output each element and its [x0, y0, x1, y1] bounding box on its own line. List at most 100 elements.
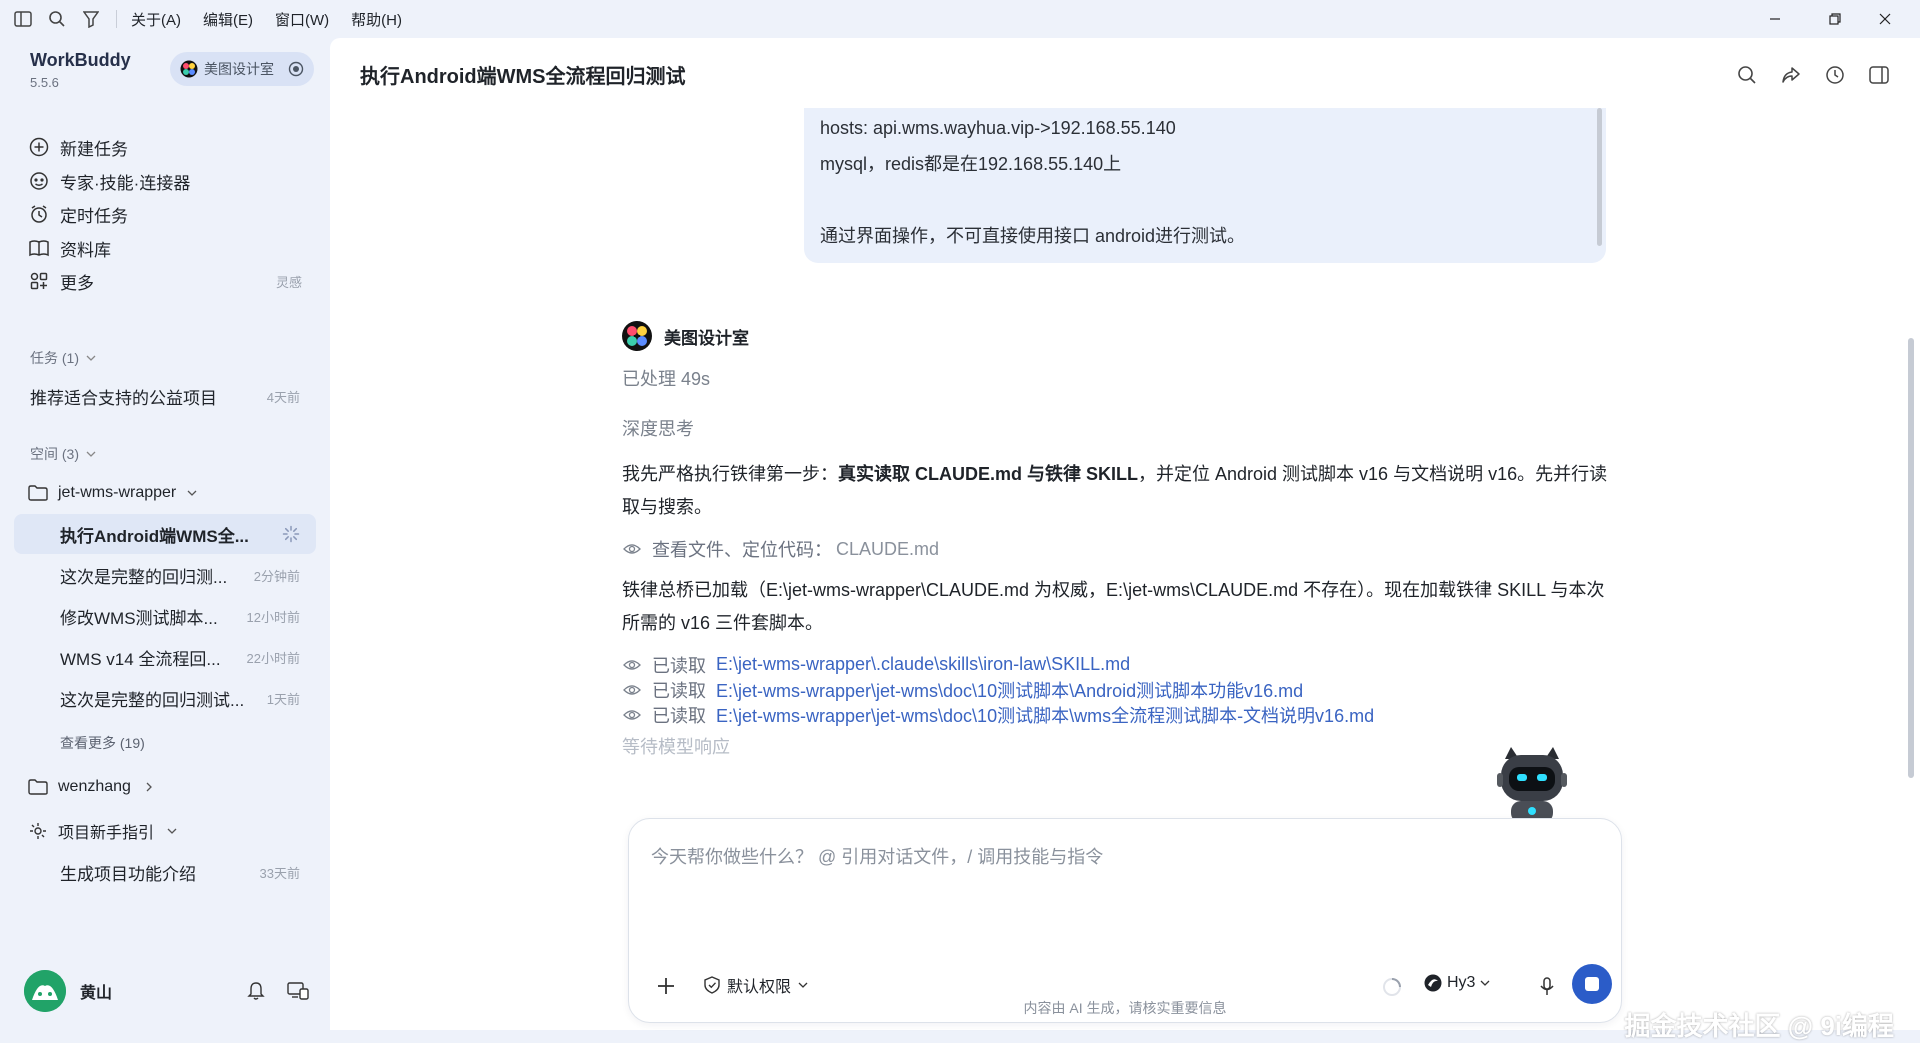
chevron-right-icon — [146, 782, 152, 792]
see-more-link[interactable]: 查看更多 (19) — [60, 733, 145, 753]
conversation-label: 生成项目功能介绍 — [60, 864, 196, 884]
read-file-row[interactable]: 已读取 E:\jet-wms-wrapper\.claude\skills\ir… — [622, 652, 1622, 677]
chevron-down-icon — [86, 355, 96, 361]
conversation-item[interactable]: 这次是完整的回归测... 2分钟前 — [14, 555, 316, 595]
menu-edit[interactable]: 编辑(E) — [203, 9, 253, 30]
message-line: mysql，redis都是在192.168.55.140上 — [820, 154, 1122, 174]
read-file-row[interactable]: 已读取 E:\jet-wms-wrapper\jet-wms\doc\10测试脚… — [622, 702, 1622, 727]
message-line — [820, 182, 1590, 218]
bell-icon[interactable] — [240, 975, 272, 1007]
conversation-label: WMS v14 全流程回... — [60, 649, 221, 669]
section-label: 空间 (3) — [30, 446, 79, 462]
text-span: 我先严格执行铁律第一步： — [622, 464, 838, 484]
conversation-item[interactable]: 执行Android端WMS全... — [14, 514, 316, 554]
permission-dropdown[interactable]: 默认权限 — [703, 973, 809, 997]
alarm-icon — [28, 203, 50, 225]
folder-onboarding[interactable]: 项目新手指引 — [28, 816, 178, 846]
guide-icon — [30, 823, 46, 839]
filter-icon[interactable] — [76, 4, 106, 34]
tool-file: CLAUDE.md — [836, 538, 940, 559]
waiting-status: 等待模型响应 — [622, 737, 730, 757]
spaces-section-header[interactable]: 空间 (3) — [30, 444, 97, 464]
app-name: WorkBuddy — [30, 50, 131, 70]
divider — [116, 10, 117, 28]
history-icon[interactable] — [1818, 58, 1852, 92]
search-icon[interactable] — [42, 4, 72, 34]
tool-call-row[interactable]: 查看文件、定位代码： CLAUDE.md — [622, 534, 1622, 564]
bold-text: 真实读取 CLAUDE.md 与铁律 SKILL — [838, 464, 1138, 484]
ai-header: 美图设计室 — [622, 320, 1622, 352]
conversation-label: 执行Android端WMS全... — [60, 526, 249, 546]
deep-thinking-toggle[interactable]: 深度思考 — [622, 414, 1622, 444]
response-paragraph: 铁律总桥已加载（E:\jet-wms-wrapper\CLAUDE.md 为权威… — [622, 580, 1605, 633]
nav-label: 专家·技能·连接器 — [60, 173, 191, 193]
header-actions — [1720, 58, 1896, 92]
minimize-button[interactable] — [1752, 0, 1798, 38]
search-icon[interactable] — [1730, 58, 1764, 92]
nav-aux-label: 灵感 — [275, 274, 302, 290]
menu-about[interactable]: 关于(A) — [131, 9, 181, 30]
share-icon[interactable] — [1774, 58, 1808, 92]
conversation-time: 12小时前 — [246, 609, 300, 625]
device-icon[interactable] — [282, 975, 314, 1007]
folder-label: wenzhang — [58, 778, 131, 795]
conversation-item[interactable]: 这次是完整的回归测试... 1天前 — [14, 678, 316, 718]
eye-icon — [622, 539, 642, 559]
user-footer: 黄山 — [24, 968, 314, 1014]
conversation-time: 22小时前 — [246, 650, 300, 666]
nav-label: 资料库 — [60, 240, 111, 260]
message-scrollbar[interactable] — [1597, 108, 1602, 246]
workspace-switcher[interactable]: 美图设计室 — [170, 52, 314, 86]
restore-button[interactable] — [1812, 0, 1858, 38]
read-label: 已读取 — [652, 705, 706, 726]
task-time: 4天前 — [266, 389, 300, 405]
file-link[interactable]: E:\jet-wms-wrapper\jet-wms\doc\10测试脚本\wm… — [716, 702, 1374, 728]
panel-toggle-icon[interactable] — [1862, 58, 1896, 92]
folder-jet-wms-wrapper[interactable]: jet-wms-wrapper — [28, 478, 198, 508]
nav-new-task[interactable]: 新建任务 — [28, 132, 302, 162]
conversation-time: 2分钟前 — [253, 568, 300, 584]
add-attachment-button[interactable] — [651, 971, 681, 1001]
nav-library[interactable]: 资料库 — [28, 233, 302, 263]
conversation-item[interactable]: 修改WMS测试脚本... 12小时前 — [14, 596, 316, 636]
composer-input[interactable]: 今天帮你做些什么？ @ 引用对话文件，/ 调用技能与指令 — [651, 843, 1103, 869]
file-link[interactable]: E:\jet-wms-wrapper\jet-wms\doc\10测试脚本\An… — [716, 677, 1303, 703]
tasks-section-header[interactable]: 任务 (1) — [30, 348, 97, 368]
model-selector[interactable]: Hy3 — [1423, 973, 1491, 993]
composer: 今天帮你做些什么？ @ 引用对话文件，/ 调用技能与指令 默认权限 Hy3 — [628, 818, 1622, 1023]
stop-icon — [1585, 977, 1599, 991]
menu-help[interactable]: 帮助(H) — [351, 9, 402, 30]
model-logo-icon — [1424, 974, 1442, 992]
shield-check-icon — [704, 976, 720, 994]
workspace-name: 美图设计室 — [204, 61, 274, 77]
conversation-label: 这次是完整的回归测... — [60, 567, 228, 587]
workspace-logo-icon — [180, 60, 198, 78]
nav-more[interactable]: 更多 灵感 — [28, 266, 302, 296]
folder-wenzhang[interactable]: wenzhang — [28, 772, 155, 802]
conversation-time: 33天前 — [259, 865, 300, 881]
task-item[interactable]: 推荐适合支持的公益项目 4天前 — [14, 376, 316, 416]
conversation-item[interactable]: 生成项目功能介绍 33天前 — [14, 852, 316, 892]
folder-label: 项目新手指引 — [58, 825, 155, 842]
read-file-row[interactable]: 已读取 E:\jet-wms-wrapper\jet-wms\doc\10测试脚… — [622, 677, 1622, 702]
model-name: Hy3 — [1447, 974, 1476, 991]
nav-experts[interactable]: 专家·技能·连接器 — [28, 166, 302, 196]
main-panel: 执行Android端WMS全流程回归测试 hosts: api.wms.wayh… — [330, 38, 1920, 1041]
robot-mascot-icon — [1497, 747, 1567, 823]
message-line: hosts: api.wms.wayhua.vip->192.168.55.14… — [820, 118, 1176, 138]
section-label: 任务 (1) — [30, 350, 79, 366]
folder-label: jet-wms-wrapper — [58, 484, 177, 501]
close-button[interactable] — [1862, 0, 1908, 38]
sidebar: WorkBuddy 5.5.6 美图设计室 新建任务 专家·技能·连接器 定时任… — [0, 38, 330, 1030]
folder-icon — [28, 485, 48, 501]
processed-time: 已处理 49s — [622, 369, 711, 389]
avatar[interactable] — [24, 970, 66, 1012]
nav-scheduled[interactable]: 定时任务 — [28, 199, 302, 229]
menu-window[interactable]: 窗口(W) — [275, 9, 329, 30]
book-icon — [28, 237, 50, 259]
conversation-item[interactable]: WMS v14 全流程回... 22小时前 — [14, 637, 316, 677]
microphone-icon[interactable] — [1534, 974, 1560, 1000]
sidebar-toggle-icon[interactable] — [8, 4, 38, 34]
main-scrollbar[interactable] — [1908, 338, 1914, 778]
file-link[interactable]: E:\jet-wms-wrapper\.claude\skills\iron-l… — [716, 654, 1130, 675]
